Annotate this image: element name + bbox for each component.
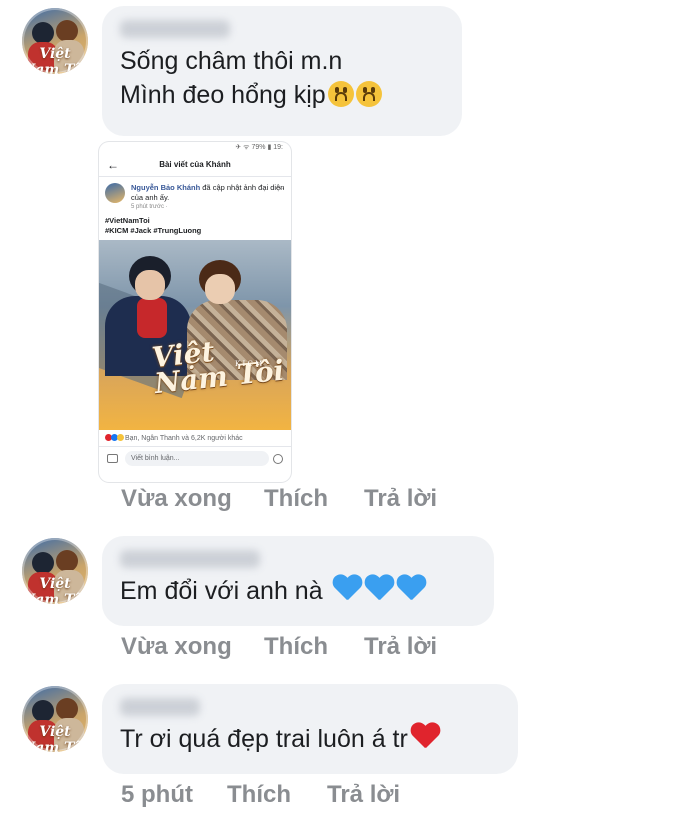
comment-bubble: Sống châm thôi m.n Mình đeo hổng kịp	[102, 6, 462, 136]
emoji-icon	[273, 454, 283, 464]
back-arrow-icon: ←	[107, 158, 119, 172]
comment-avatar[interactable]: Việt Nam Tôi	[22, 686, 88, 752]
comment-time: Vừa xong	[121, 485, 232, 512]
comment-time: 5 phút	[121, 781, 193, 808]
camera-icon	[107, 454, 118, 463]
post-header-title: Bài viết của Khánh	[159, 160, 231, 169]
comment-bubble: Em đổi với anh nà	[102, 536, 494, 626]
comment-text: Tr ơi quá đẹp trai luôn á tr	[120, 722, 502, 756]
comment-text: Sống châm thôi m.n Mình đeo hổng kịp	[120, 44, 446, 112]
person-face	[205, 274, 235, 304]
post-time: 5 phút trước ·	[131, 204, 168, 210]
post-header: ← Bài viết của Khánh	[99, 154, 291, 177]
upside-down-face-icon	[355, 81, 382, 107]
blue-heart-icon	[332, 575, 362, 603]
haha-reaction-icon	[117, 434, 124, 441]
like-button[interactable]: Thích	[227, 781, 291, 809]
red-heart-icon	[410, 723, 440, 751]
reaction-text: Bạn, Ngân Thanh và 6,2K người khác	[124, 435, 243, 442]
reaction-summary: Bạn, Ngân Thanh và 6,2K người khác	[99, 430, 291, 447]
post-author-avatar	[105, 183, 125, 203]
avatar-ring	[22, 8, 88, 74]
post-photo: Việt Nam Tôi K I C M	[99, 240, 291, 430]
upside-down-face-icon	[327, 81, 354, 107]
blue-heart-icon	[396, 575, 426, 603]
like-button[interactable]: Thích	[264, 485, 328, 513]
comment-attachment-image[interactable]: ✈ ᯤ 79% ▮ 19: ← Bài viết của Khánh Nguyễ…	[99, 142, 291, 482]
blue-heart-icon	[364, 575, 394, 603]
hashtags-line: #KICM #Jack #TrungLuong	[105, 226, 202, 235]
reply-button[interactable]: Trả lời	[364, 485, 437, 513]
comment-time: Vừa xong	[121, 633, 232, 660]
comment-text-content: Em đổi với anh nà	[120, 577, 323, 605]
person-scarf	[137, 298, 167, 338]
comment-bubble: Tr ơi quá đẹp trai luôn á tr	[102, 684, 518, 774]
comment-composer: Viết bình luận...	[99, 447, 291, 473]
avatar-ring	[22, 686, 88, 752]
comment-text-content: Sống châm thôi m.n Mình đeo hổng kịp	[120, 47, 343, 109]
reply-button[interactable]: Trả lời	[327, 781, 400, 809]
comment-avatar[interactable]: Việt Nam Tôi	[22, 8, 88, 74]
status-bar: ✈ ᯤ 79% ▮ 19:	[235, 144, 283, 151]
post-title: Nguyễn Bảo Khánh đã cập nhật ảnh đại diệ…	[131, 183, 285, 203]
commenter-name-blurred[interactable]	[120, 698, 200, 716]
post: Nguyễn Bảo Khánh đã cập nhật ảnh đại diệ…	[99, 177, 291, 210]
commenter-name-blurred[interactable]	[120, 20, 230, 38]
comment-input: Viết bình luận...	[125, 451, 269, 466]
photo-subtitle: K I C M	[235, 360, 263, 368]
comment-text-content: Tr ơi quá đẹp trai luôn á tr	[120, 725, 408, 753]
post-author: Nguyễn Bảo Khánh	[131, 183, 201, 192]
like-button[interactable]: Thích	[264, 633, 328, 661]
avatar-ring	[22, 538, 88, 604]
commenter-name-blurred[interactable]	[120, 550, 260, 568]
comment-avatar[interactable]: Việt Nam Tôi	[22, 538, 88, 604]
photo-title: Việt Nam Tôi	[150, 334, 286, 401]
post-hashtags: #VietNamToi #KICM #Jack #TrungLuong	[99, 210, 291, 240]
comment-text: Em đổi với anh nà	[120, 574, 478, 608]
reply-button[interactable]: Trả lời	[364, 633, 437, 661]
person-face	[135, 270, 165, 300]
hashtags-line: #VietNamToi	[105, 216, 150, 225]
more-options-icon: ···	[275, 183, 285, 194]
